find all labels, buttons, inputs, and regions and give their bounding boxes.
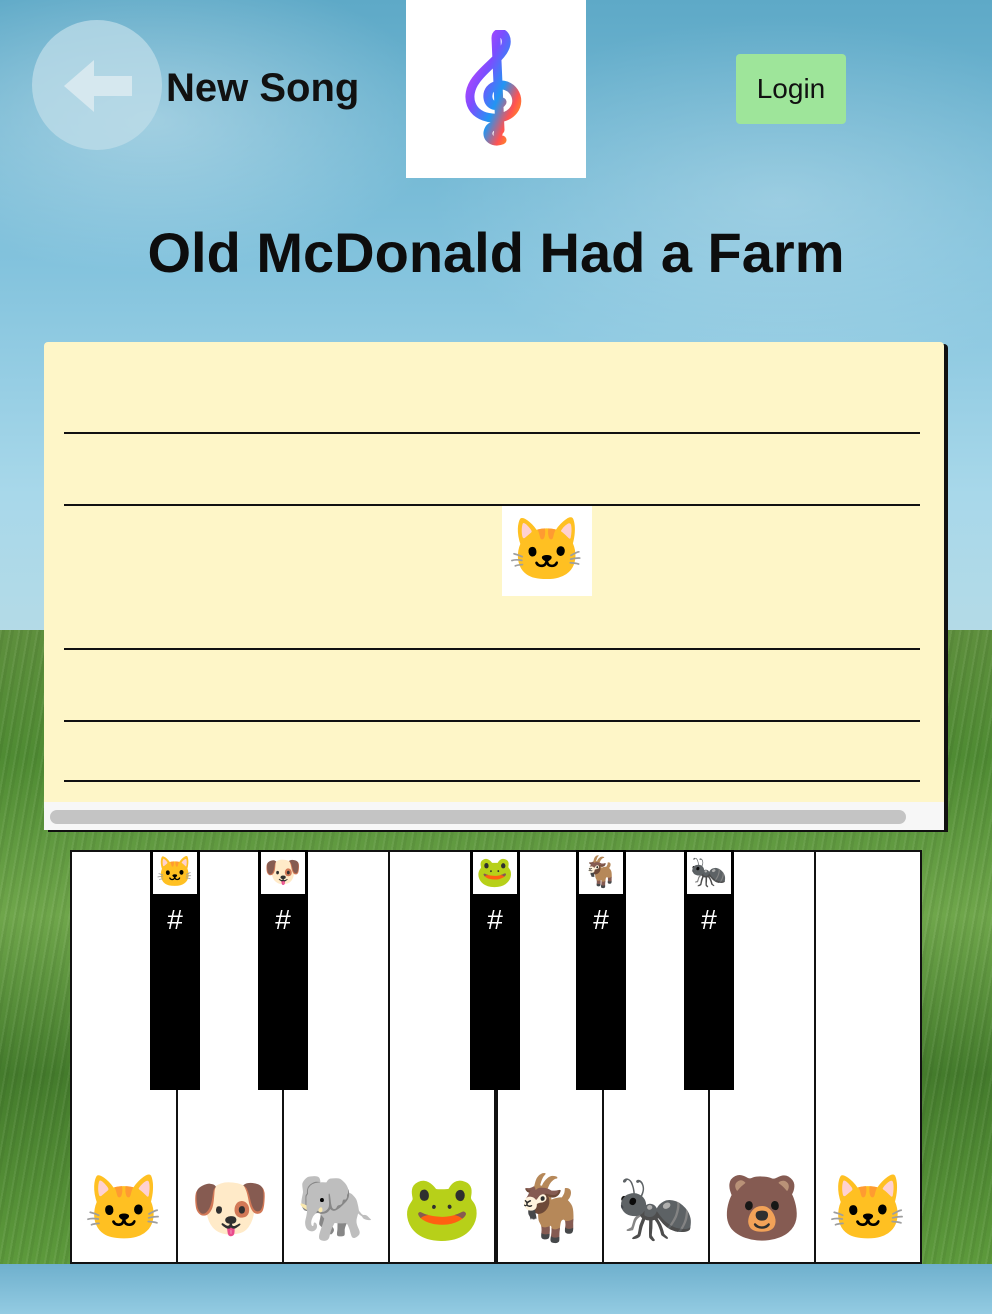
scrollbar-thumb[interactable] — [50, 810, 906, 824]
staff-line — [64, 432, 920, 434]
dog-icon: 🐶 — [190, 1172, 270, 1244]
login-button[interactable]: Login — [736, 54, 846, 124]
black-key-dog-sharp[interactable]: 🐶 # — [258, 850, 308, 1090]
music-staff[interactable]: 🐱 — [44, 342, 944, 830]
goat-icon: 🐐 — [510, 1172, 590, 1244]
sharp-label: # — [701, 904, 717, 935]
back-arrow-icon — [64, 60, 132, 112]
staff-line — [64, 648, 920, 650]
sharp-label: # — [167, 904, 183, 935]
cat-icon: 🐱 — [84, 1172, 164, 1244]
ant-icon: 🐜 — [687, 852, 731, 894]
black-key-ant-sharp[interactable]: 🐜 # — [684, 850, 734, 1090]
black-key-cat-sharp[interactable]: 🐱 # — [150, 850, 200, 1090]
song-note-cat[interactable]: 🐱 — [502, 506, 592, 596]
frog-icon: 🐸 — [473, 852, 517, 894]
staff-line — [64, 780, 920, 782]
back-button[interactable] — [32, 20, 162, 150]
staff-line — [64, 504, 920, 506]
bottom-background — [0, 1264, 992, 1314]
horizontal-scrollbar[interactable] — [44, 802, 944, 830]
sharp-label: # — [593, 904, 609, 935]
sharp-label: # — [487, 904, 503, 935]
bear-icon: 🐻 — [722, 1172, 802, 1244]
ant-icon: 🐜 — [616, 1172, 696, 1244]
cat-icon: 🐱 — [828, 1172, 908, 1244]
dog-icon: 🐶 — [261, 852, 305, 894]
black-key-frog-sharp[interactable]: 🐸 # — [470, 850, 520, 1090]
piano-keyboard: 🐱 🐶 🐘 🐸 🐐 🐜 🐻 🐱 🐱 # 🐶 # 🐸 # 🐐 # 🐜 # — [70, 850, 922, 1264]
app-logo — [406, 0, 586, 178]
treble-clef-icon — [465, 30, 522, 146]
page-title: New Song — [166, 66, 360, 110]
sharp-label: # — [275, 904, 291, 935]
white-key-cat-high[interactable]: 🐱 — [816, 852, 920, 1262]
black-key-goat-sharp[interactable]: 🐐 # — [576, 850, 626, 1090]
elephant-icon: 🐘 — [296, 1172, 376, 1244]
song-title: Old McDonald Had a Farm — [147, 221, 845, 284]
staff-line — [64, 720, 920, 722]
goat-icon: 🐐 — [579, 852, 623, 894]
frog-icon: 🐸 — [402, 1172, 482, 1244]
cat-icon: 🐱 — [153, 852, 197, 894]
